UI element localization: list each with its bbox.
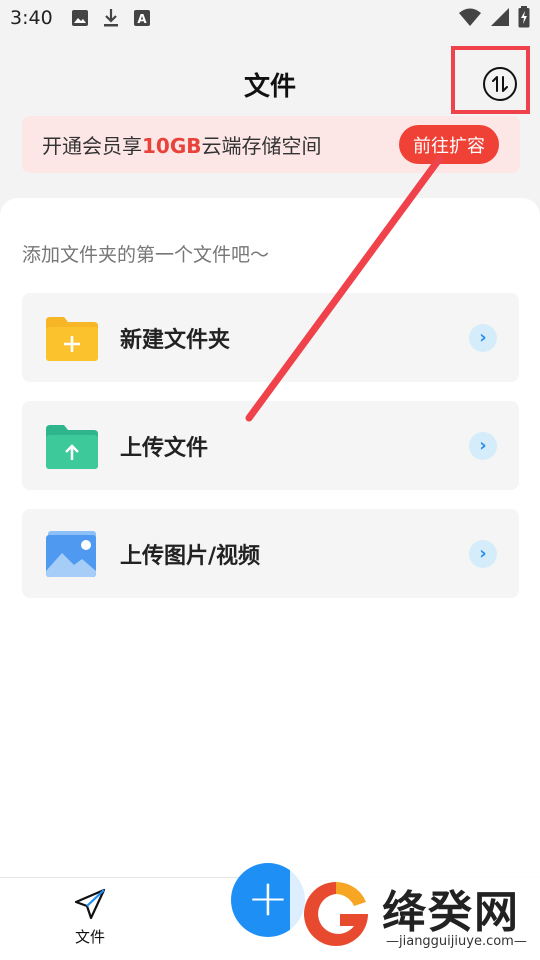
vip-banner-text: 开通会员享10GB云端存储空间: [42, 134, 322, 158]
watermark-brand: 绛癸网: [382, 887, 520, 938]
watermark-url: —jiangguijiuye.com—: [386, 934, 527, 949]
paper-plane-icon: [74, 888, 106, 920]
battery-charging-icon: [518, 6, 530, 28]
empty-hint: 添加文件夹的第一个文件吧～: [22, 244, 270, 266]
watermark: 绛癸网 —jiangguijiuye.com—: [290, 870, 540, 960]
chevron-right-icon: ›: [469, 539, 497, 568]
upload-image-label: 上传图片/视频: [120, 543, 261, 569]
status-bar: 3:40 A: [0, 0, 540, 36]
nav-files-tab[interactable]: 文件: [60, 888, 120, 947]
text-a-icon: A: [133, 10, 150, 26]
new-folder-row[interactable]: 新建文件夹 ›: [22, 293, 519, 382]
new-folder-icon: [46, 316, 98, 361]
upload-file-label: 上传文件: [120, 435, 209, 461]
wifi-icon: [459, 8, 481, 26]
chevron-right-icon: ›: [469, 431, 497, 460]
upload-file-row[interactable]: 上传文件 ›: [22, 401, 519, 490]
download-icon: [103, 9, 118, 27]
nav-files-label: 文件: [74, 928, 105, 946]
upload-image-row[interactable]: 上传图片/视频 ›: [22, 509, 519, 598]
svg-text:A: A: [137, 12, 147, 26]
annotation-highlight-box: [451, 46, 530, 114]
vip-banner[interactable]: 开通会员享10GB云端存储空间 前往扩容: [22, 116, 520, 173]
image-icon: [71, 10, 88, 26]
status-time: 3:40: [10, 7, 53, 29]
upload-image-icon: [46, 530, 96, 577]
chevron-right-icon: ›: [469, 323, 497, 352]
signal-icon: [491, 8, 509, 26]
watermark-logo: [304, 881, 368, 946]
upload-file-icon: [46, 424, 98, 469]
vip-highlight: 10GB: [142, 134, 202, 158]
new-folder-label: 新建文件夹: [120, 327, 231, 353]
go-upgrade-button[interactable]: 前往扩容: [399, 125, 499, 164]
